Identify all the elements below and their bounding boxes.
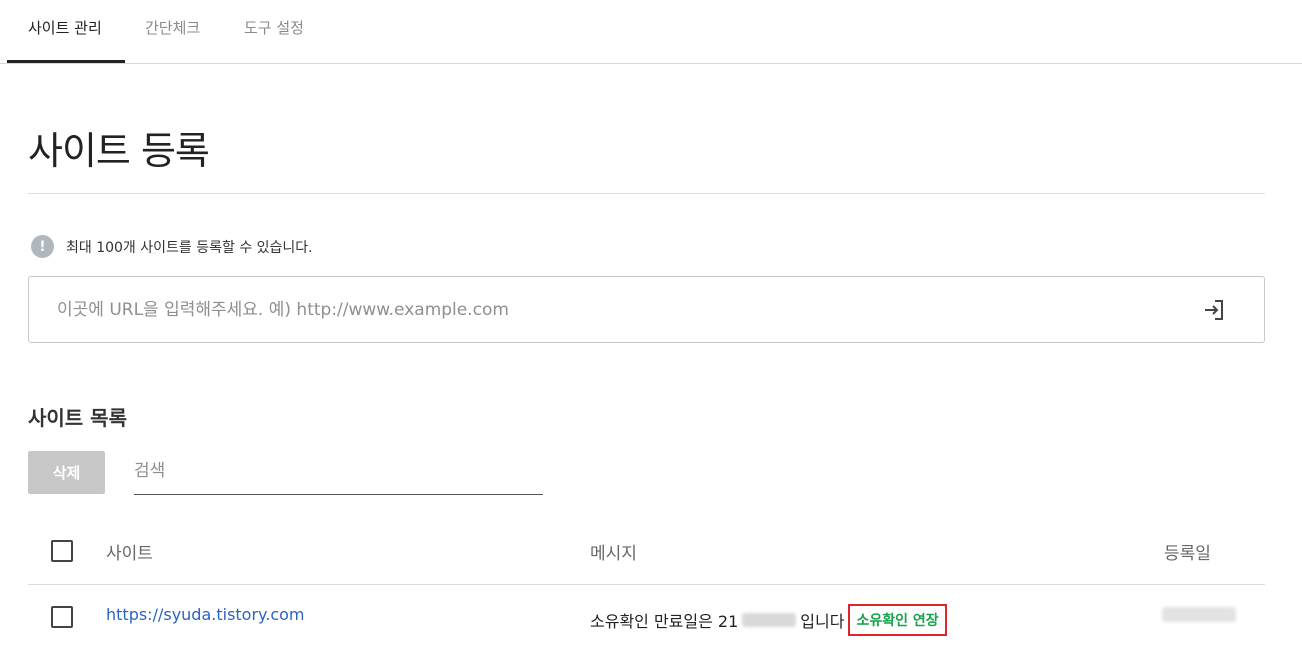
url-input-box [28, 276, 1265, 343]
registered-date-redacted [1162, 607, 1236, 622]
column-header-message: 메시지 [590, 544, 637, 564]
message-suffix: 입니다 [800, 612, 845, 631]
notice: ! 최대 100개 사이트를 등록할 수 있습니다. [31, 235, 313, 258]
extend-ownership-button[interactable]: 소유확인 연장 [848, 604, 947, 636]
top-tab-bar: 사이트 관리 간단체크 도구 설정 [0, 0, 1302, 64]
delete-button[interactable]: 삭제 [28, 451, 105, 494]
search-input[interactable] [134, 451, 543, 491]
column-header-site: 사이트 [106, 544, 153, 564]
tab-quick-check[interactable]: 간단체크 [145, 17, 200, 38]
select-all-checkbox[interactable] [51, 540, 73, 562]
row-checkbox[interactable] [51, 606, 73, 628]
redacted-date [742, 613, 797, 627]
site-link[interactable]: https://syuda.tistory.com [106, 605, 304, 624]
page-title: 사이트 등록 [28, 129, 210, 173]
row-message: 소유확인 만료일은 21 입니다 소유확인 연장 [590, 604, 947, 636]
tab-tool-settings[interactable]: 도구 설정 [244, 17, 304, 38]
login-arrow-icon[interactable] [1202, 298, 1226, 322]
site-list-title: 사이트 목록 [28, 406, 127, 430]
active-tab-indicator [7, 60, 125, 63]
url-input[interactable] [57, 295, 1157, 325]
message-prefix: 소유확인 만료일은 21 [590, 612, 739, 631]
info-icon: ! [31, 235, 54, 258]
table-divider [28, 584, 1265, 585]
column-header-date: 등록일 [1164, 544, 1211, 564]
search-field [134, 451, 543, 495]
title-divider [28, 193, 1265, 194]
tab-site-management[interactable]: 사이트 관리 [28, 17, 102, 38]
notice-text: 최대 100개 사이트를 등록할 수 있습니다. [66, 239, 313, 256]
